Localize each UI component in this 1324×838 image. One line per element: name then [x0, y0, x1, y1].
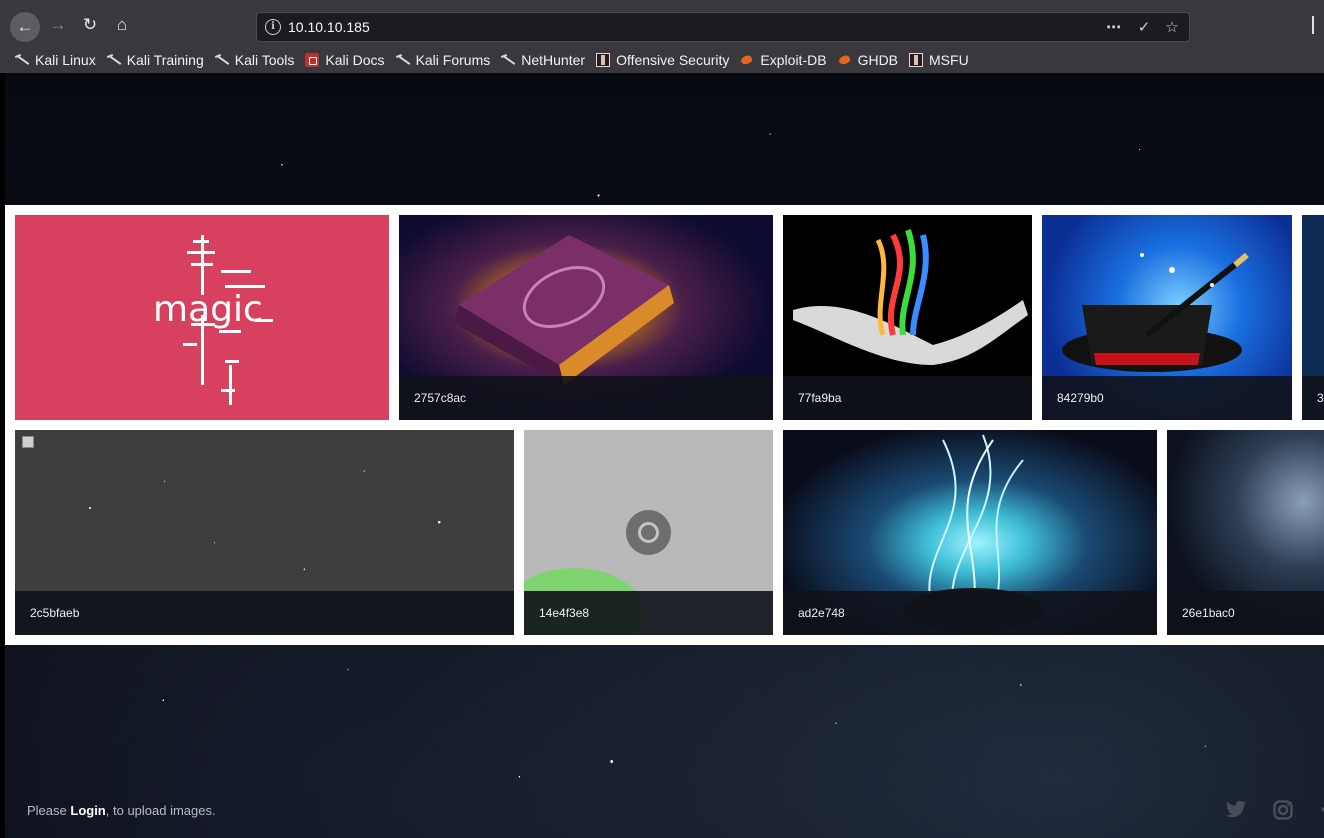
- footer-prefix: Please: [27, 803, 71, 818]
- offsec-icon: [596, 52, 611, 67]
- home-icon: ⌂: [116, 15, 128, 34]
- bookmark-label: MSFU: [929, 51, 969, 68]
- back-button[interactable]: ←: [10, 12, 40, 42]
- bookmark-label: Kali Forums: [415, 51, 491, 68]
- kali-docs-icon: [305, 52, 320, 67]
- bookmark-nethunter[interactable]: NetHunter: [501, 52, 585, 68]
- bookmark-label: Kali Docs: [325, 51, 385, 68]
- ubuntu-logo-icon: [626, 510, 671, 555]
- gallery-tile-magic[interactable]: magic: [15, 215, 389, 420]
- bookmark-kali-docs[interactable]: Kali Docs: [305, 51, 385, 68]
- ghdb-icon: [838, 53, 852, 67]
- tile-caption: 77fa9ba: [783, 376, 1032, 420]
- tile-caption: 2c5bfaeb: [15, 591, 514, 635]
- msfu-icon: [909, 52, 924, 67]
- exploitdb-icon: [740, 53, 754, 67]
- broken-image-icon: [22, 436, 34, 448]
- tile-caption: 3: [1302, 376, 1324, 420]
- url-text[interactable]: 10.10.10.185: [288, 19, 370, 35]
- arrow-right-icon: →: [49, 15, 67, 34]
- kali-dragon-icon: [501, 53, 515, 67]
- bookmark-star-icon[interactable]: ☆: [1161, 17, 1183, 39]
- pocket-icon[interactable]: ✓: [1133, 17, 1155, 39]
- bookmark-exploit-db[interactable]: Exploit-DB: [740, 52, 826, 68]
- gallery-tile-partial[interactable]: 3: [1302, 215, 1324, 420]
- address-bar[interactable]: i 10.10.10.185 ⋯ ✓ ☆: [256, 12, 1190, 42]
- gallery-tile-ad2e748[interactable]: ad2e748: [783, 430, 1157, 635]
- browser-chrome: ← → ↻ ⌂ i 10.10.10.185 ⋯ ✓ ☆ Kali Linux …: [0, 0, 1324, 73]
- kali-dragon-icon: [15, 53, 29, 67]
- gallery-tile-84279b0[interactable]: 84279b0: [1042, 215, 1292, 420]
- facebook-icon[interactable]: [1314, 800, 1324, 824]
- info-icon[interactable]: i: [265, 19, 281, 35]
- reload-icon: ↻: [82, 15, 98, 34]
- gallery-tile-2757c8ac[interactable]: 2757c8ac: [399, 215, 773, 420]
- bookmark-ghdb[interactable]: GHDB: [838, 52, 898, 68]
- tile-caption: 14e4f3e8: [524, 591, 773, 635]
- page-actions-icon[interactable]: ⋯: [1103, 17, 1125, 39]
- bookmarks-toolbar: Kali Linux Kali Training Kali Tools Kali…: [0, 46, 1324, 73]
- tile-caption: 84279b0: [1042, 376, 1292, 420]
- footer-suffix: , to upload images.: [105, 803, 216, 818]
- bookmark-offensive-security[interactable]: Offensive Security: [596, 52, 729, 68]
- magic-word: magic: [153, 289, 263, 330]
- instagram-icon[interactable]: [1271, 800, 1295, 824]
- login-link[interactable]: Login: [70, 803, 105, 818]
- gallery-tile-77fa9ba[interactable]: 77fa9ba: [783, 215, 1032, 420]
- bookmark-label: Kali Training: [126, 51, 204, 68]
- bookmark-kali-training[interactable]: Kali Training: [107, 52, 204, 68]
- forward-button[interactable]: →: [44, 11, 72, 39]
- bookmark-kali-forums[interactable]: Kali Forums: [396, 52, 491, 68]
- arrow-left-icon: ←: [16, 17, 34, 36]
- browser-toolbar: ← → ↻ ⌂ i 10.10.10.185 ⋯ ✓ ☆: [0, 0, 1324, 46]
- bookmark-label: GHDB: [857, 51, 899, 68]
- library-icon[interactable]: [1312, 16, 1324, 34]
- magic-word-art: magic: [153, 235, 273, 405]
- tile-caption: 2757c8ac: [399, 376, 773, 420]
- tile-caption: ad2e748: [783, 591, 1157, 635]
- bookmark-msfu[interactable]: MSFU: [909, 52, 969, 68]
- bookmark-label: Kali Linux: [35, 51, 96, 68]
- tile-caption: 26e1bac0: [1167, 591, 1324, 635]
- gallery-tile-26e1bac0[interactable]: 26e1bac0: [1167, 430, 1324, 635]
- bookmark-label: Offensive Security: [616, 51, 730, 68]
- image-gallery: magic 2757c8ac 77fa9ba 84279b0 3 2c5bfae…: [5, 205, 1324, 645]
- home-button[interactable]: ⌂: [108, 11, 136, 39]
- bookmark-kali-linux[interactable]: Kali Linux: [15, 52, 96, 68]
- twitter-icon[interactable]: [1224, 800, 1248, 824]
- kali-dragon-icon: [107, 53, 121, 67]
- kali-dragon-icon: [396, 53, 410, 67]
- kali-dragon-icon: [215, 53, 229, 67]
- footer-login-prompt: Please Login, to upload images.: [27, 803, 216, 818]
- gallery-tile-14e4f3e8[interactable]: 14e4f3e8: [524, 430, 773, 635]
- bookmark-label: Kali Tools: [234, 51, 295, 68]
- reload-button[interactable]: ↻: [76, 11, 104, 39]
- bookmark-kali-tools[interactable]: Kali Tools: [215, 52, 295, 68]
- bookmark-label: Exploit-DB: [760, 51, 827, 68]
- page-background: magic 2757c8ac 77fa9ba 84279b0 3 2c5bfae…: [5, 73, 1324, 838]
- gallery-tile-2c5bfaeb[interactable]: 2c5bfaeb: [15, 430, 514, 635]
- bookmark-label: NetHunter: [521, 51, 586, 68]
